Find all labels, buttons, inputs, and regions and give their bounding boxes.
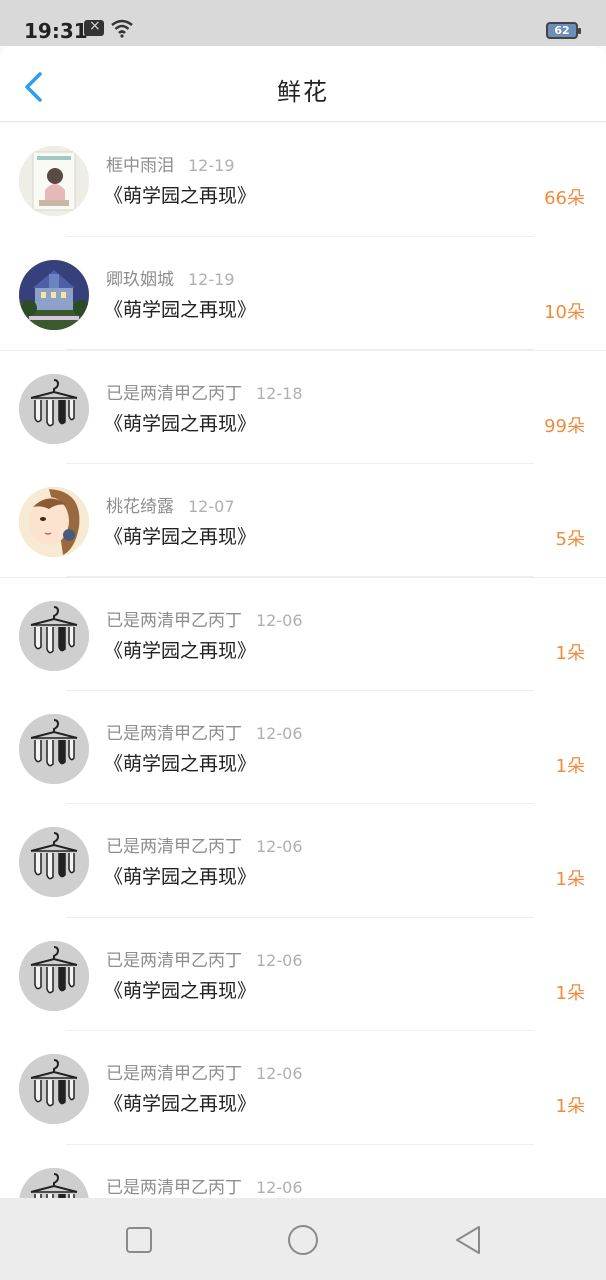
book-title: 《萌学园之再现》 bbox=[104, 752, 257, 775]
user-name-text: 已是两清甲乙丙丁 bbox=[106, 1177, 242, 1198]
user-name: 框中雨泪 12-19 bbox=[106, 151, 235, 176]
page-title: 鲜花 bbox=[277, 78, 329, 106]
date-label: 12-18 bbox=[256, 384, 303, 403]
list-item[interactable]: 已是两清甲乙丙丁 12-06 《萌学园之再现》 1朵 bbox=[0, 1031, 606, 1145]
book-title: 《萌学园之再现》 bbox=[104, 185, 257, 207]
user-name-text: 已是两清甲乙丙丁 bbox=[106, 723, 242, 744]
battery-icon: 62 bbox=[546, 22, 581, 39]
list-item[interactable]: 桃花绮露 12-07 《萌学园之再现》 5朵 bbox=[0, 463, 606, 577]
flower-count: 10朵 bbox=[544, 301, 585, 323]
user-name-text: 已是两清甲乙丙丁 bbox=[106, 1064, 242, 1084]
user-name: 卿玖姻城 12-19 bbox=[106, 265, 235, 290]
book-title: 《萌学园之再现》 bbox=[104, 979, 257, 1002]
flower-count: 1朵 bbox=[555, 869, 585, 890]
avatar[interactable] bbox=[19, 827, 89, 897]
book-title: 《萌学园之再现》 bbox=[104, 298, 257, 321]
list-item[interactable]: 已是两清甲乙丙丁 12-06 《萌学园之再现》 1朵 bbox=[0, 804, 606, 918]
flower-count: 66朵 bbox=[544, 188, 585, 209]
flower-count: 1朵 bbox=[555, 1096, 585, 1117]
user-name-text: 已是两清甲乙丙丁 bbox=[106, 950, 242, 971]
user-name: 已是两清甲乙丙丁 12-06 bbox=[106, 832, 303, 857]
header: 鲜花 bbox=[0, 46, 606, 122]
flower-count: 99朵 bbox=[544, 416, 585, 437]
avatar[interactable] bbox=[19, 601, 89, 671]
list-item[interactable]: 已是两清甲乙丙丁 12-06 《萌学园之再现》 1朵 bbox=[0, 917, 606, 1031]
flower-count: 1朵 bbox=[555, 755, 585, 777]
date-label: 12-06 bbox=[256, 837, 303, 856]
user-name: 桃花绮露 12-07 bbox=[106, 492, 235, 517]
date-label: 12-06 bbox=[256, 1177, 303, 1197]
book-title: 《萌学园之再现》 bbox=[104, 640, 257, 662]
user-name: 已是两清甲乙丙丁 12-06 bbox=[106, 606, 303, 631]
square-icon[interactable] bbox=[119, 1220, 159, 1260]
user-name-text: 已是两清甲乙丙丁 bbox=[106, 384, 242, 404]
sim-card-icon bbox=[84, 18, 104, 36]
date-label: 12-06 bbox=[256, 950, 303, 970]
date-label: 12-19 bbox=[188, 156, 235, 175]
date-label: 12-06 bbox=[256, 723, 303, 743]
date-label: 12-06 bbox=[256, 1064, 303, 1083]
wifi-icon bbox=[111, 19, 133, 38]
user-name-text: 已是两清甲乙丙丁 bbox=[106, 837, 242, 857]
list-item[interactable]: 卿玖姻城 12-19 《萌学园之再现》 10朵 bbox=[0, 236, 606, 350]
avatar[interactable] bbox=[19, 374, 89, 444]
user-name: 已是两清甲乙丙丁 12-06 bbox=[106, 1173, 303, 1198]
circle-icon[interactable] bbox=[283, 1220, 323, 1260]
system-nav-bar bbox=[0, 1198, 606, 1280]
date-label: 12-06 bbox=[256, 611, 303, 630]
user-name: 已是两清甲乙丙丁 12-06 bbox=[106, 1059, 303, 1084]
avatar[interactable] bbox=[19, 1054, 89, 1124]
book-title: 《萌学园之再现》 bbox=[104, 866, 257, 888]
book-title: 《萌学园之再现》 bbox=[104, 413, 257, 435]
user-name-text: 桃花绮露 bbox=[106, 496, 174, 517]
avatar[interactable] bbox=[19, 259, 89, 330]
status-bar: 19:31 62 bbox=[0, 0, 606, 46]
user-name: 已是两清甲乙丙丁 12-06 bbox=[106, 719, 303, 744]
user-name-text: 框中雨泪 bbox=[106, 156, 174, 176]
list-item[interactable]: 框中雨泪 12-19 《萌学园之再现》 66朵 bbox=[0, 123, 606, 237]
user-name: 已是两清甲乙丙丁 12-06 bbox=[106, 946, 303, 971]
list-item[interactable]: 已是两清甲乙丙丁 12-06 《萌学园之再现》 1朵 bbox=[0, 577, 606, 691]
date-label: 12-07 bbox=[188, 496, 235, 516]
book-title: 《萌学园之再现》 bbox=[104, 525, 257, 548]
screen: 19:31 62 鲜花 框中雨泪 12-19 《萌学园之再现》 66朵卿玖姻城 12-1… bbox=[0, 0, 606, 1280]
list-item[interactable]: 已是两清甲乙丙丁 12-06 《萌学园之再现》 1朵 bbox=[0, 690, 606, 804]
avatar[interactable] bbox=[19, 486, 89, 557]
status-time: 19:31 bbox=[24, 19, 88, 43]
user-name-text: 卿玖姻城 bbox=[106, 269, 174, 290]
book-title: 《萌学园之再现》 bbox=[104, 1093, 257, 1115]
flower-list: 框中雨泪 12-19 《萌学园之再现》 66朵卿玖姻城 12-19 《萌学园之再现》 10朵… bbox=[0, 123, 606, 1258]
triangle-left-icon[interactable] bbox=[449, 1220, 489, 1260]
list-item[interactable]: 已是两清甲乙丙丁 12-18 《萌学园之再现》 99朵 bbox=[0, 350, 606, 464]
user-name: 已是两清甲乙丙丁 12-18 bbox=[106, 379, 303, 404]
date-label: 12-19 bbox=[188, 269, 235, 289]
flower-count: 1朵 bbox=[555, 643, 585, 664]
user-name-text: 已是两清甲乙丙丁 bbox=[106, 611, 242, 631]
avatar[interactable] bbox=[19, 713, 89, 784]
flower-count: 5朵 bbox=[555, 528, 585, 550]
avatar[interactable] bbox=[19, 146, 89, 216]
avatar[interactable] bbox=[19, 940, 89, 1011]
flower-count: 1朵 bbox=[555, 982, 585, 1004]
